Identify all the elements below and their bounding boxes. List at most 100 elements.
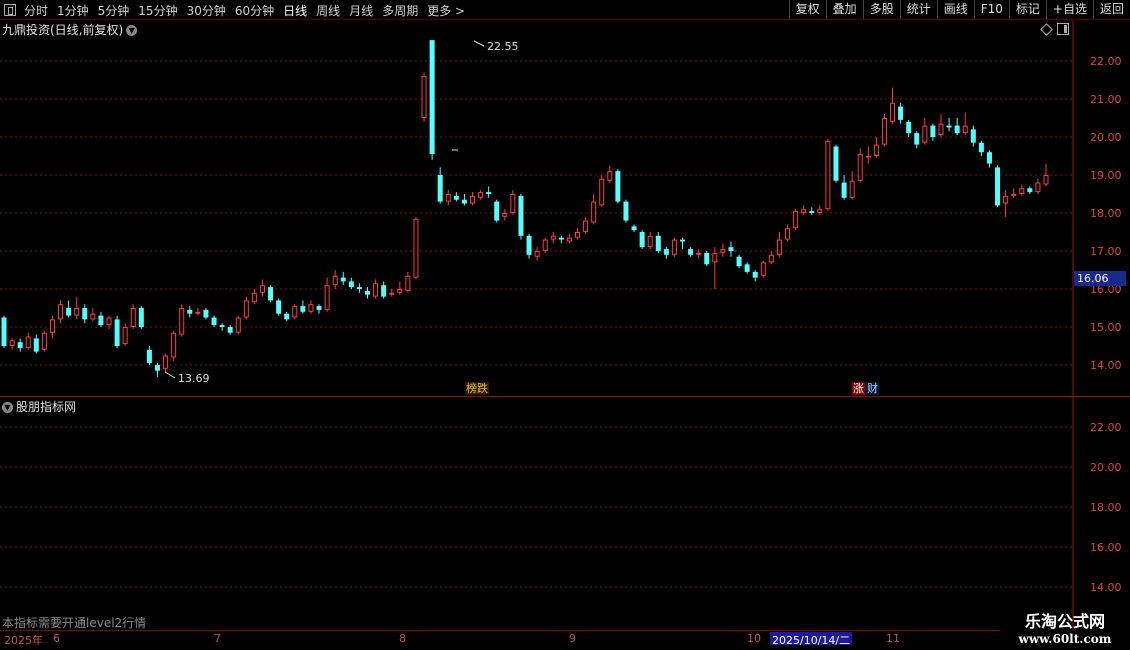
tab-15min[interactable]: 15分钟 (138, 2, 177, 19)
chart-corner-icons (1040, 23, 1069, 36)
candle (397, 281, 403, 295)
month-label: 7 (214, 632, 221, 645)
tab-weekly[interactable]: 周线 (316, 2, 340, 19)
f10-button[interactable]: F10 (973, 0, 1009, 19)
tab-5min[interactable]: 5分钟 (98, 2, 130, 19)
candle (41, 330, 47, 352)
low-label: 13.69 (178, 372, 210, 385)
candle (389, 289, 395, 297)
tab-more[interactable]: 更多 > (427, 2, 465, 19)
candle (276, 298, 282, 316)
draw-line-button[interactable]: 画线 (936, 0, 974, 19)
panel-toggle-icon[interactable] (4, 4, 16, 16)
candle (542, 237, 548, 253)
candle (469, 192, 475, 206)
tab-60min[interactable]: 60分钟 (235, 2, 274, 19)
chevron-down-icon[interactable]: ▼ (126, 25, 138, 36)
candle (914, 131, 920, 149)
candle (680, 237, 686, 250)
candle (146, 346, 152, 365)
indicator-name: 股朋指标网 (16, 400, 77, 414)
candle (890, 87, 896, 124)
overlay-button[interactable]: 叠加 (825, 0, 863, 19)
add-watchlist-button[interactable]: +自选 (1045, 0, 1093, 19)
candle (591, 194, 597, 225)
tab-1min[interactable]: 1分钟 (57, 2, 89, 19)
candle (340, 271, 346, 286)
statistics-button[interactable]: 统计 (899, 0, 937, 19)
candle (332, 270, 338, 289)
candle (768, 251, 774, 265)
candle (437, 167, 443, 204)
candle (954, 118, 960, 136)
candle (195, 308, 201, 316)
candle (243, 296, 249, 320)
tab-30min[interactable]: 30分钟 (187, 2, 226, 19)
candle (712, 247, 718, 289)
tag-cai[interactable]: 财 (866, 382, 879, 395)
tag-bang[interactable]: 榜跌 (465, 382, 489, 395)
candle (316, 304, 322, 314)
candle (82, 304, 88, 324)
action-buttons: 复权 叠加 多股 统计 画线 F10 标记 +自选 返回 (788, 0, 1130, 19)
indicator-tick-label: 14.00 (1090, 581, 1122, 594)
candle (259, 279, 265, 297)
candle (930, 123, 936, 141)
panel-icon[interactable] (1057, 23, 1069, 35)
tag-zhang[interactable]: 涨 (852, 382, 865, 395)
price-tick-label: 22.00 (1090, 55, 1122, 68)
candle (373, 279, 379, 299)
candle (421, 72, 427, 122)
candle (978, 140, 984, 156)
multi-stock-button[interactable]: 多股 (862, 0, 900, 19)
tab-multi-period[interactable]: 多周期 (382, 2, 418, 19)
candle (615, 169, 621, 204)
candlestick-series (1, 40, 1049, 377)
chevron-down-icon[interactable]: ▼ (2, 402, 13, 413)
indicator-tick-label: 22.00 (1090, 421, 1122, 434)
candle (833, 144, 839, 183)
candle (720, 243, 726, 257)
candle (413, 216, 419, 280)
candle (938, 114, 944, 137)
fuquan-button[interactable]: 复权 (788, 0, 826, 19)
candle (179, 304, 185, 337)
candle (986, 150, 992, 168)
candle (776, 232, 782, 257)
candle (9, 338, 15, 350)
main-chart-title: 九鼎投资(日线,前复权) ▼ (2, 21, 138, 38)
candle (752, 270, 758, 282)
candle (308, 300, 314, 314)
candle (49, 315, 55, 339)
candle (566, 233, 572, 244)
candle (526, 233, 532, 259)
kline-chart[interactable]: 22.00 21.00 20.00 19.00 18.00 17.00 16.00 15.00… (0, 20, 1130, 630)
candle (906, 119, 912, 137)
watermark-url: www.60lt.com (1018, 632, 1112, 646)
month-label: 8 (399, 632, 406, 645)
month-label: 9 (569, 632, 576, 645)
tab-fenshi[interactable]: 分时 (24, 2, 48, 19)
candle (235, 315, 241, 335)
candle (970, 125, 976, 147)
indicator-tick-label: 18.00 (1090, 501, 1122, 514)
watermark: 乐淘公式网 www.60lt.com (1000, 608, 1130, 646)
candle (736, 254, 742, 269)
tab-monthly[interactable]: 月线 (349, 2, 373, 19)
candle (1019, 184, 1025, 196)
tab-daily[interactable]: 日线 (283, 2, 307, 19)
candle (429, 40, 435, 160)
price-tick-label: 19.00 (1090, 169, 1122, 182)
candle (219, 323, 225, 331)
mark-button[interactable]: 标记 (1008, 0, 1046, 19)
candle (90, 308, 96, 322)
candle (857, 148, 863, 183)
candle (58, 300, 64, 324)
high-marker: 22.55 (473, 40, 519, 53)
indicator-tick-label: 20.00 (1090, 461, 1122, 474)
candle (873, 137, 879, 158)
candle (405, 271, 411, 293)
back-button[interactable]: 返回 (1092, 0, 1130, 19)
candle (704, 251, 710, 267)
diamond-icon[interactable] (1040, 23, 1053, 36)
